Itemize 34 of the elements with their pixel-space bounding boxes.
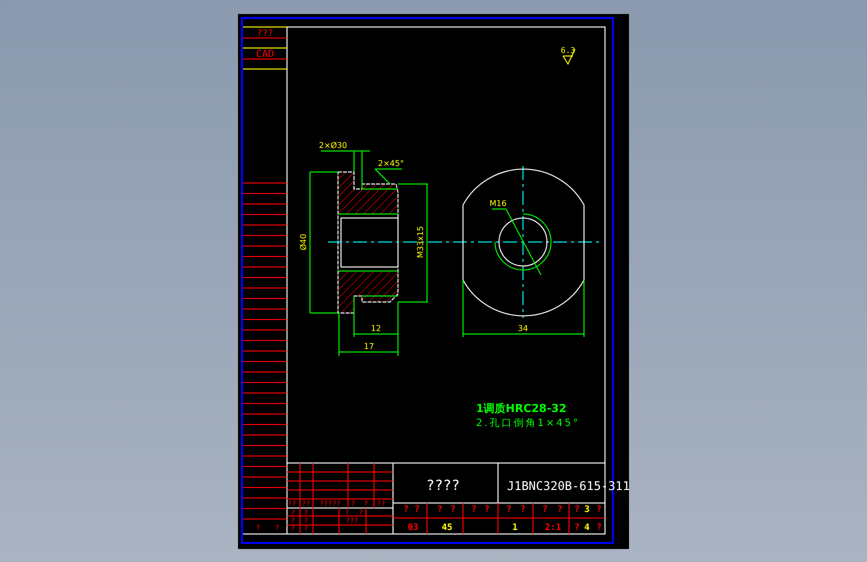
note-text: 2.孔口倒角1×45° — [476, 418, 580, 428]
dimension-text: M33x15 — [416, 226, 425, 258]
title-block-text: 4 — [584, 522, 590, 532]
title-block-text: ? — [596, 522, 602, 532]
dimension-text: 12 — [370, 324, 382, 332]
title-block-text: ? — [506, 504, 512, 514]
title-block-text: ? — [484, 504, 490, 514]
title-block-text: ? — [557, 504, 563, 514]
dimension-text: 17 — [364, 342, 374, 350]
dimension-text: 2×Ø30 — [318, 140, 348, 150]
title-block-text: 45 — [442, 522, 452, 532]
strip-label: ??? — [256, 28, 274, 38]
dimension-text: Ø40 — [299, 233, 308, 250]
title-block-text: 2:1 — [544, 522, 562, 532]
title-block-text: ? — [520, 504, 526, 514]
title-block-text: ? — [403, 504, 409, 514]
title-block-text: ? — [596, 504, 602, 514]
part-name: ???? — [426, 478, 460, 494]
strip-label: CAD — [256, 48, 274, 60]
note-text: 1调质HRC28-32 — [476, 402, 567, 414]
dimension-text: M16 — [489, 198, 507, 208]
dimension-text: 34 — [518, 324, 528, 332]
surface-roughness-symbol — [562, 48, 576, 65]
dimension-text: 2×45° — [378, 158, 404, 168]
title-block-text: ? — [542, 504, 548, 514]
title-block-text: ? — [574, 522, 580, 532]
title-block-text: 3 — [584, 504, 590, 514]
title-block-text: ? — [437, 504, 443, 514]
title-block-text: ? — [414, 504, 420, 514]
title-block-text: ? — [450, 504, 456, 514]
title-block-text: ? — [471, 504, 477, 514]
title-block-text: 03 — [408, 522, 418, 532]
title-block-text: 1 — [512, 522, 518, 532]
title-block-text: ? — [574, 504, 580, 514]
